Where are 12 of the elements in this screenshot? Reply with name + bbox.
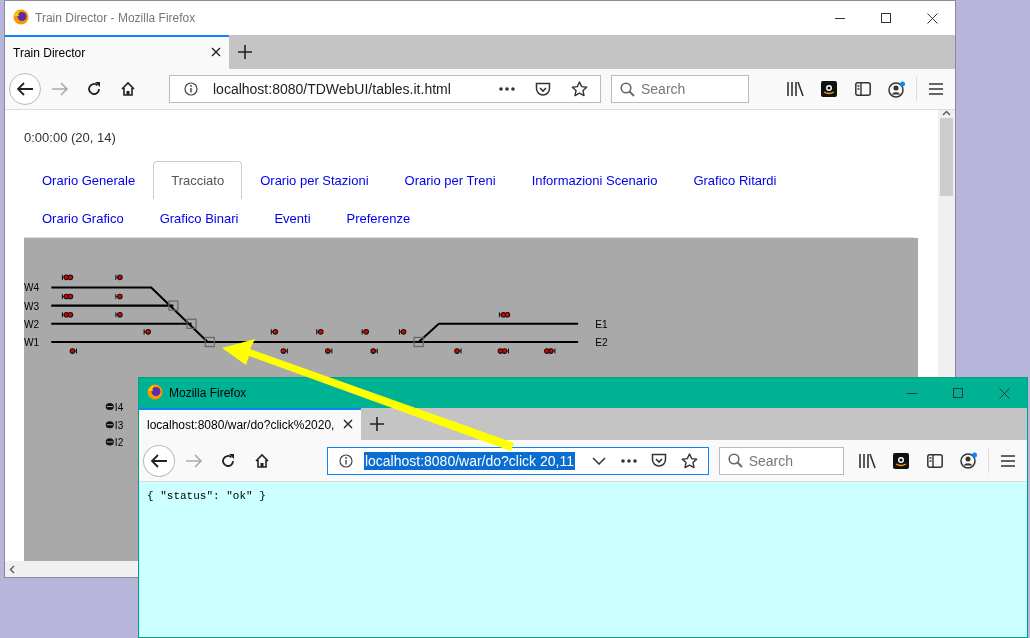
response-text: { "status": "ok" } [139,482,1027,637]
clock-text: 0:00:00 (20, 14) [24,130,117,145]
track-label: E2 [595,337,608,348]
window-title: Train Director - Mozilla Firefox [35,11,197,25]
window-title: Mozilla Firefox [169,386,248,400]
track-label: W2 [24,318,40,330]
url-text: localhost:8080/war/do?click 20,11 [363,451,575,470]
track-label: E1 [595,318,608,330]
track-label: W3 [24,300,40,312]
url-text: localhost:8080/TDWebUI/tables.it.html [212,80,452,98]
track-label: W1 [24,337,40,348]
track-label: W4 [24,282,40,294]
